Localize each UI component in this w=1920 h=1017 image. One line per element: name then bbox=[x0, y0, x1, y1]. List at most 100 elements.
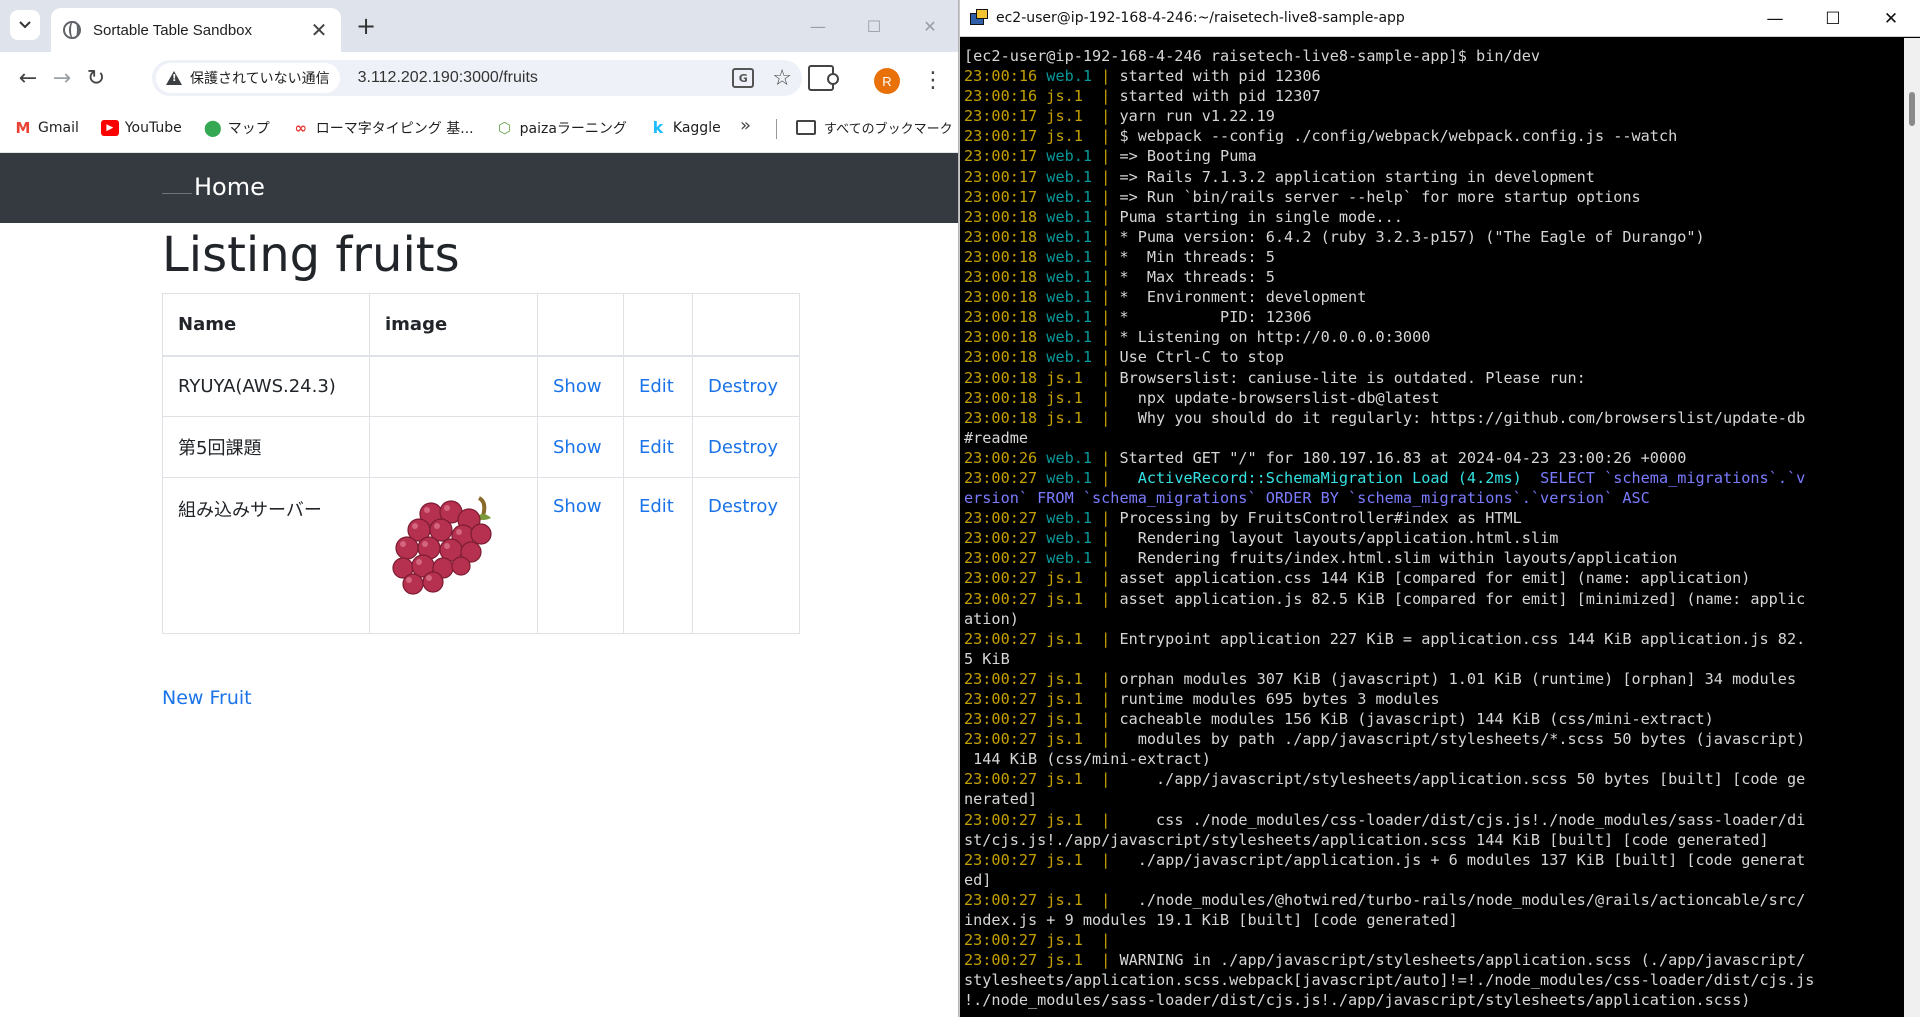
terminal-line: 23:00:27 js.1 | asset application.css 14… bbox=[964, 568, 1904, 588]
terminal-minimize-button[interactable]: — bbox=[1746, 0, 1804, 37]
terminal-line: 23:00:27 web.1 | Rendering layout layout… bbox=[964, 528, 1904, 548]
maximize-button[interactable]: ☐ bbox=[846, 0, 902, 52]
bookmark-maps[interactable]: ⬤ マップ bbox=[204, 118, 270, 138]
terminal-line: [ec2-user@ip-192-168-4-246 raisetech-liv… bbox=[964, 46, 1904, 66]
new-fruit-link[interactable]: New Fruit bbox=[162, 687, 252, 709]
bookmark-label: YouTube bbox=[124, 119, 182, 136]
show-link[interactable]: Show bbox=[537, 416, 624, 478]
show-link[interactable]: Show bbox=[537, 355, 624, 417]
timestamp: 23:00:27 bbox=[964, 710, 1038, 729]
page-title: Listing fruits bbox=[162, 227, 460, 283]
tab-search-button[interactable] bbox=[10, 10, 40, 40]
reload-button[interactable]: ↻ bbox=[80, 62, 112, 94]
close-tab-icon[interactable]: ✕ bbox=[309, 20, 329, 40]
log-message: runtime modules 695 bytes 3 modules bbox=[1119, 690, 1440, 708]
navbar-toggler[interactable] bbox=[162, 193, 192, 196]
pipe-separator: | bbox=[1092, 107, 1120, 126]
fruit-image-cell bbox=[369, 416, 538, 478]
destroy-link[interactable]: Destroy bbox=[692, 477, 800, 634]
scrollbar-thumb[interactable] bbox=[1909, 92, 1915, 126]
line-text: index.js + 9 modules 19.1 KiB [built] [c… bbox=[964, 911, 1458, 930]
terminal-line: 23:00:18 web.1 | * PID: 12306 bbox=[964, 307, 1904, 327]
log-message: ./app/javascript/stylesheets/application… bbox=[1119, 770, 1806, 789]
timestamp: 23:00:27 bbox=[964, 770, 1038, 789]
edit-link[interactable]: Edit bbox=[623, 416, 693, 478]
terminal-line: 23:00:17 web.1 | => Booting Puma bbox=[964, 146, 1904, 166]
forward-button[interactable]: → bbox=[46, 62, 78, 94]
fruits-table: Name image RYUYA(AWS.24.3) Show Edit Des… bbox=[162, 293, 800, 634]
process-name: js.1 bbox=[1037, 669, 1093, 688]
pipe-separator: | bbox=[1092, 730, 1120, 749]
line-text: 144 KiB (css/mini-extract) bbox=[964, 750, 1211, 769]
pipe-separator: | bbox=[1092, 529, 1120, 548]
timestamp: 23:00:27 bbox=[964, 629, 1038, 648]
pipe-separator: | bbox=[1092, 328, 1120, 347]
terminal-output[interactable]: [ec2-user@ip-192-168-4-246 raisetech-liv… bbox=[964, 46, 1904, 1011]
bookmark-paiza[interactable]: ⬡ paizaラーニング bbox=[496, 118, 627, 138]
process-name: web.1 bbox=[1037, 529, 1093, 548]
terminal-line: 23:00:18 js.1 | npx update-browserslist-… bbox=[964, 388, 1904, 408]
terminal-line: 23:00:18 web.1 | * Puma version: 6.4.2 (… bbox=[964, 227, 1904, 247]
log-message: asset application.js 82.5 KiB [compared … bbox=[1119, 589, 1806, 608]
sql-text: SELECT `schema_migrations`.`v bbox=[1521, 468, 1806, 487]
line-text: nerated] bbox=[964, 790, 1038, 809]
profile-avatar[interactable]: R bbox=[874, 68, 900, 94]
typing-icon: ∞ bbox=[294, 118, 308, 137]
log-message: $ webpack --config ./config/webpack/webp… bbox=[1119, 127, 1678, 146]
minimize-button[interactable]: — bbox=[790, 0, 846, 52]
activerecord-text: ActiveRecord::SchemaMigration Load (4.2m… bbox=[1119, 468, 1522, 487]
terminal-line: st/cjs.js!./app/javascript/stylesheets/a… bbox=[964, 830, 1904, 850]
terminal-scrollbar[interactable] bbox=[1904, 38, 1920, 1017]
process-name: js.1 bbox=[1037, 629, 1093, 648]
pipe-separator: | bbox=[1092, 87, 1120, 106]
terminal-line: nerated] bbox=[964, 789, 1904, 809]
terminal-maximize-button[interactable]: ☐ bbox=[1804, 0, 1862, 37]
pipe-separator: | bbox=[1092, 348, 1120, 367]
process-name: js.1 bbox=[1037, 368, 1093, 387]
process-name: web.1 bbox=[1037, 288, 1093, 307]
terminal-titlebar: ec2-user@ip-192-168-4-246:~/raisetech-li… bbox=[960, 0, 1920, 37]
edit-link[interactable]: Edit bbox=[623, 477, 693, 634]
browser-tab[interactable]: Sortable Table Sandbox ✕ bbox=[51, 8, 341, 52]
bookmark-star-icon[interactable]: ☆ bbox=[772, 66, 792, 91]
browser-menu-icon[interactable]: ⋮ bbox=[922, 66, 944, 96]
more-bookmarks-icon[interactable]: » bbox=[740, 115, 751, 136]
line-text: stylesheets/application.scss.webpack[jav… bbox=[964, 971, 1815, 990]
url-text[interactable]: 3.112.202.190:3000/fruits bbox=[358, 69, 538, 87]
translate-icon[interactable]: G bbox=[732, 68, 755, 88]
terminal-line: 23:00:27 js.1 | ./node_modules/@hotwired… bbox=[964, 890, 1904, 910]
terminal-line: 23:00:16 js.1 | started with pid 12307 bbox=[964, 86, 1904, 106]
back-button[interactable]: ← bbox=[12, 62, 44, 94]
address-bar[interactable]: 保護されていない通信 3.112.202.190:3000/fruits G ☆ bbox=[152, 60, 802, 96]
extensions-icon[interactable] bbox=[808, 65, 839, 91]
destroy-link[interactable]: Destroy bbox=[692, 416, 800, 478]
bookmark-kaggle[interactable]: k Kaggle bbox=[649, 118, 721, 137]
terminal-close-button[interactable]: ✕ bbox=[1862, 0, 1920, 37]
edit-link[interactable]: Edit bbox=[623, 355, 693, 417]
pipe-separator: | bbox=[1092, 127, 1120, 146]
log-message: * Max threads: 5 bbox=[1119, 268, 1275, 287]
bookmark-youtube[interactable]: ▶ YouTube bbox=[100, 119, 182, 136]
timestamp: 23:00:17 bbox=[964, 127, 1038, 146]
pipe-separator: | bbox=[1092, 770, 1120, 789]
log-message: => Run `bin/rails server --help` for mor… bbox=[1119, 187, 1641, 206]
timestamp: 23:00:16 bbox=[964, 67, 1038, 86]
show-link[interactable]: Show bbox=[537, 477, 624, 634]
terminal-line: ersion` FROM `schema_migrations` ORDER B… bbox=[964, 488, 1904, 508]
paiza-icon: ⬡ bbox=[498, 118, 512, 137]
close-window-button[interactable]: ✕ bbox=[902, 0, 958, 52]
destroy-link[interactable]: Destroy bbox=[692, 355, 800, 417]
terminal-line: 23:00:26 web.1 | Started GET "/" for 180… bbox=[964, 448, 1904, 468]
new-tab-button[interactable]: + bbox=[352, 12, 380, 40]
nav-home-link[interactable]: Home bbox=[194, 173, 265, 201]
globe-icon bbox=[63, 21, 81, 39]
line-text: #readme bbox=[964, 428, 1029, 447]
all-bookmarks[interactable]: すべてのブックマーク bbox=[796, 118, 953, 137]
timestamp: 23:00:17 bbox=[964, 187, 1038, 206]
bookmark-typing[interactable]: ∞ ローマ字タイピング 基... bbox=[292, 118, 474, 138]
terminal-line: !./node_modules/sass-loader/dist/cjs.js!… bbox=[964, 990, 1904, 1010]
log-message: * PID: 12306 bbox=[1119, 308, 1312, 327]
process-name: js.1 bbox=[1037, 107, 1093, 126]
bookmark-gmail[interactable]: M Gmail bbox=[14, 119, 79, 137]
security-chip[interactable]: 保護されていない通信 bbox=[156, 63, 340, 93]
